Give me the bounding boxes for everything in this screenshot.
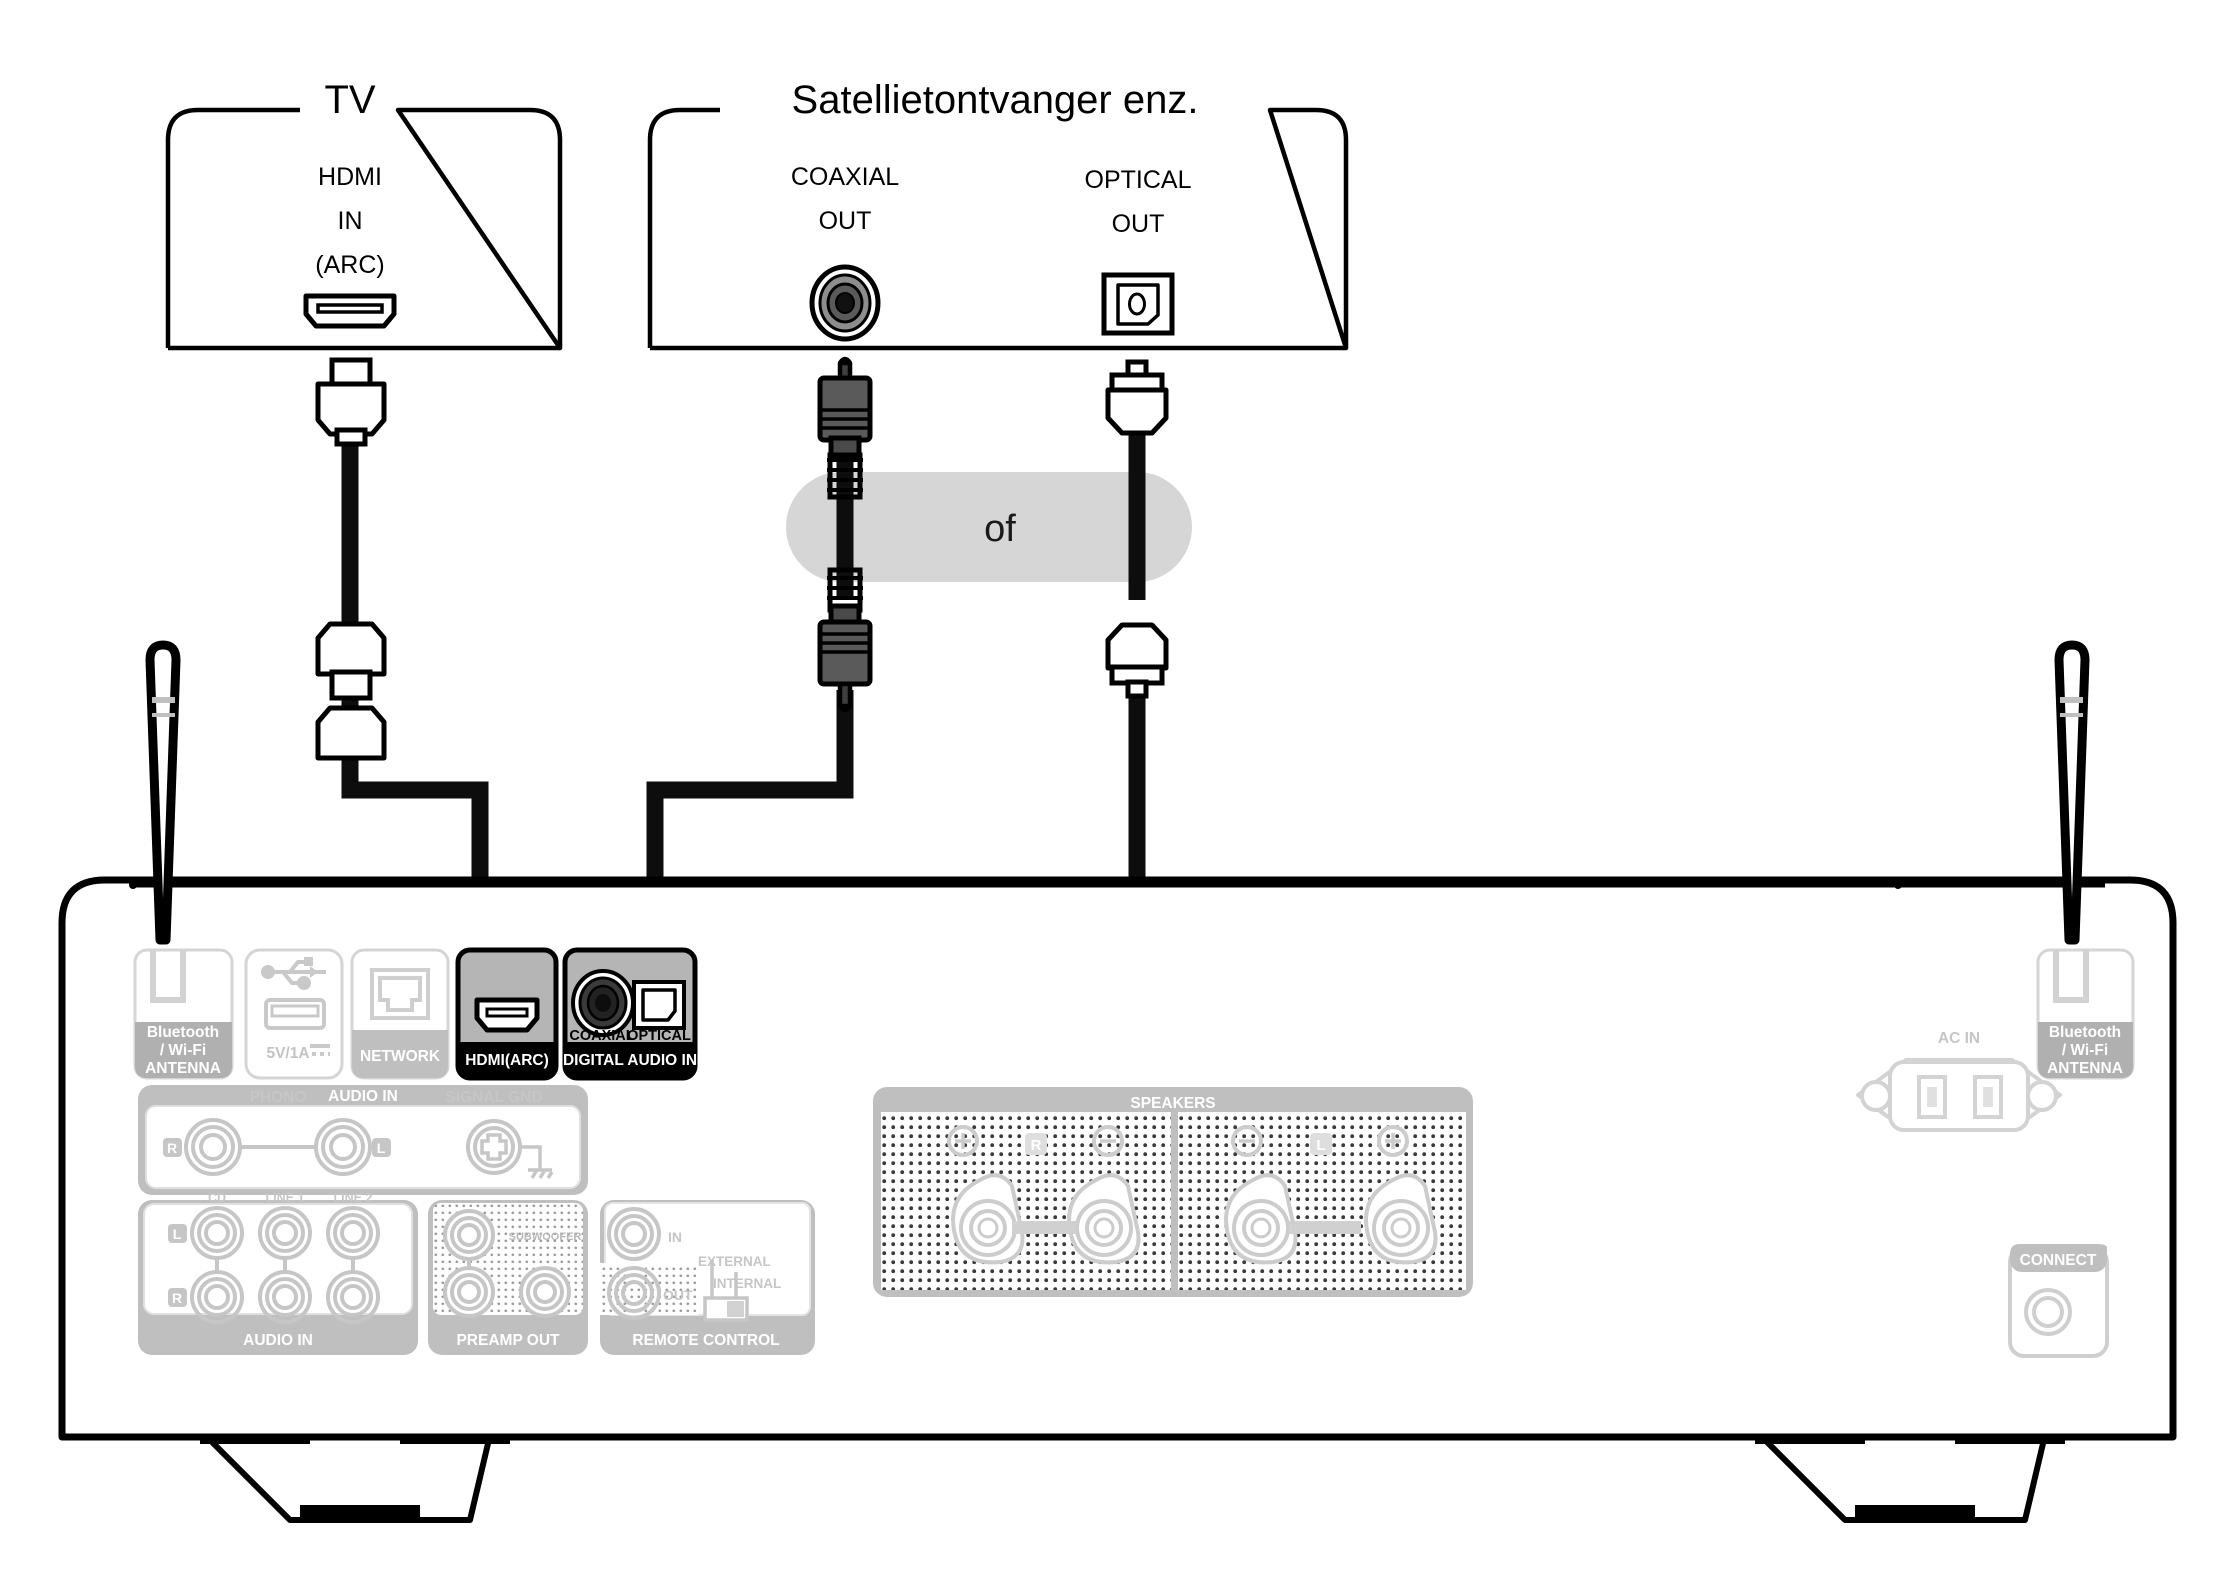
audio-in-line-group-label: AUDIO IN	[243, 1332, 313, 1349]
amplifier-foot-left	[200, 1428, 510, 1523]
source-title: Satellietontvanger enz.	[792, 78, 1199, 122]
antenna-left-label-3: ANTENNA	[145, 1060, 221, 1077]
hdmi-port-icon	[474, 997, 540, 1033]
antenna-left-label-1: Bluetooth	[147, 1024, 219, 1041]
ac-in-socket[interactable]	[1856, 1058, 2062, 1132]
speakers-group	[873, 1087, 1473, 1297]
audio-in-col-line1: LINE 1	[266, 1191, 305, 1205]
remote-internal-label: INTERNAL	[713, 1276, 781, 1291]
phono-l-label: L	[377, 1140, 386, 1156]
source-coaxial-label-line2: OUT	[819, 207, 872, 235]
hdmi-plug-bottom-body	[315, 621, 387, 701]
audio-in-phono-group-label: AUDIO IN	[328, 1088, 398, 1105]
remote-external-label: EXTERNAL	[698, 1254, 771, 1269]
subwoofer-label: SUBWOOFER	[509, 1231, 582, 1243]
or-label: of	[984, 508, 1016, 550]
tv-hdmi-label-line1: HDMI	[318, 163, 382, 191]
audio-in-col-line2: LINE 2	[334, 1191, 373, 1205]
network-label: NETWORK	[360, 1048, 441, 1065]
preamp-out-group-label: PREAMP OUT	[456, 1332, 560, 1349]
speakers-group-label: SPEAKERS	[1130, 1095, 1215, 1112]
audio-in-row-l: L	[173, 1226, 182, 1242]
toslink-optical-jack-icon	[1101, 272, 1175, 336]
speaker-r-label: R	[1031, 1137, 1042, 1154]
speaker-l-label: L	[1316, 1137, 1325, 1154]
connect-label: CONNECT	[2020, 1252, 2097, 1269]
audio-in-row-r: R	[172, 1290, 182, 1306]
source-coaxial-label-line1: COAXIAL	[791, 163, 899, 191]
ac-in-label: AC IN	[1938, 1030, 1980, 1047]
hdmi-arc-label: HDMI(ARC)	[465, 1052, 549, 1069]
remote-out-label: OUT	[663, 1287, 693, 1303]
hdmi-plug-top	[315, 357, 387, 447]
antenna-right-label-1: Bluetooth	[2049, 1024, 2121, 1041]
amplifier-foot-right	[1755, 1428, 2065, 1523]
connection-diagram: TV HDMI IN (ARC) Satellietontvanger enz.…	[0, 0, 2234, 1593]
tv-hdmi-label-line3: (ARC)	[315, 251, 384, 279]
phono-label: PHONO	[250, 1089, 307, 1106]
antenna-right-label-2: / Wi-Fi	[2062, 1042, 2108, 1059]
toslink-plug-bottom	[1105, 622, 1169, 699]
remote-control-group-label: REMOTE CONTROL	[632, 1332, 779, 1349]
coaxial-digital-in-jack[interactable]	[571, 969, 635, 1037]
antenna-left-label-2: / Wi-Fi	[160, 1042, 206, 1059]
usb-label: 5V/1A	[266, 1045, 309, 1062]
tv-hdmi-label-line2: IN	[338, 207, 363, 235]
source-optical-label-line2: OUT	[1112, 210, 1165, 238]
antenna-right-label-3: ANTENNA	[2047, 1060, 2123, 1077]
optical-digital-in-jack[interactable]	[632, 980, 686, 1030]
phono-r-label: R	[167, 1140, 177, 1156]
tv-title: TV	[324, 78, 375, 122]
digital-coaxial-label: COAXIAL	[569, 1028, 634, 1044]
audio-in-col-cd: CD	[208, 1191, 226, 1205]
signal-gnd-label: SIGNAL GND	[445, 1089, 542, 1106]
hdmi-port-icon	[303, 293, 397, 329]
rca-coaxial-jack-icon	[809, 264, 881, 342]
source-optical-label-line1: OPTICAL	[1085, 166, 1192, 194]
remote-in-label: IN	[668, 1229, 682, 1245]
toslink-plug-top	[1105, 359, 1169, 436]
source-device-box	[647, 107, 1349, 351]
digital-optical-label: OPTICAL	[627, 1028, 691, 1044]
digital-audio-in-label: DIGITAL AUDIO IN	[563, 1052, 697, 1069]
